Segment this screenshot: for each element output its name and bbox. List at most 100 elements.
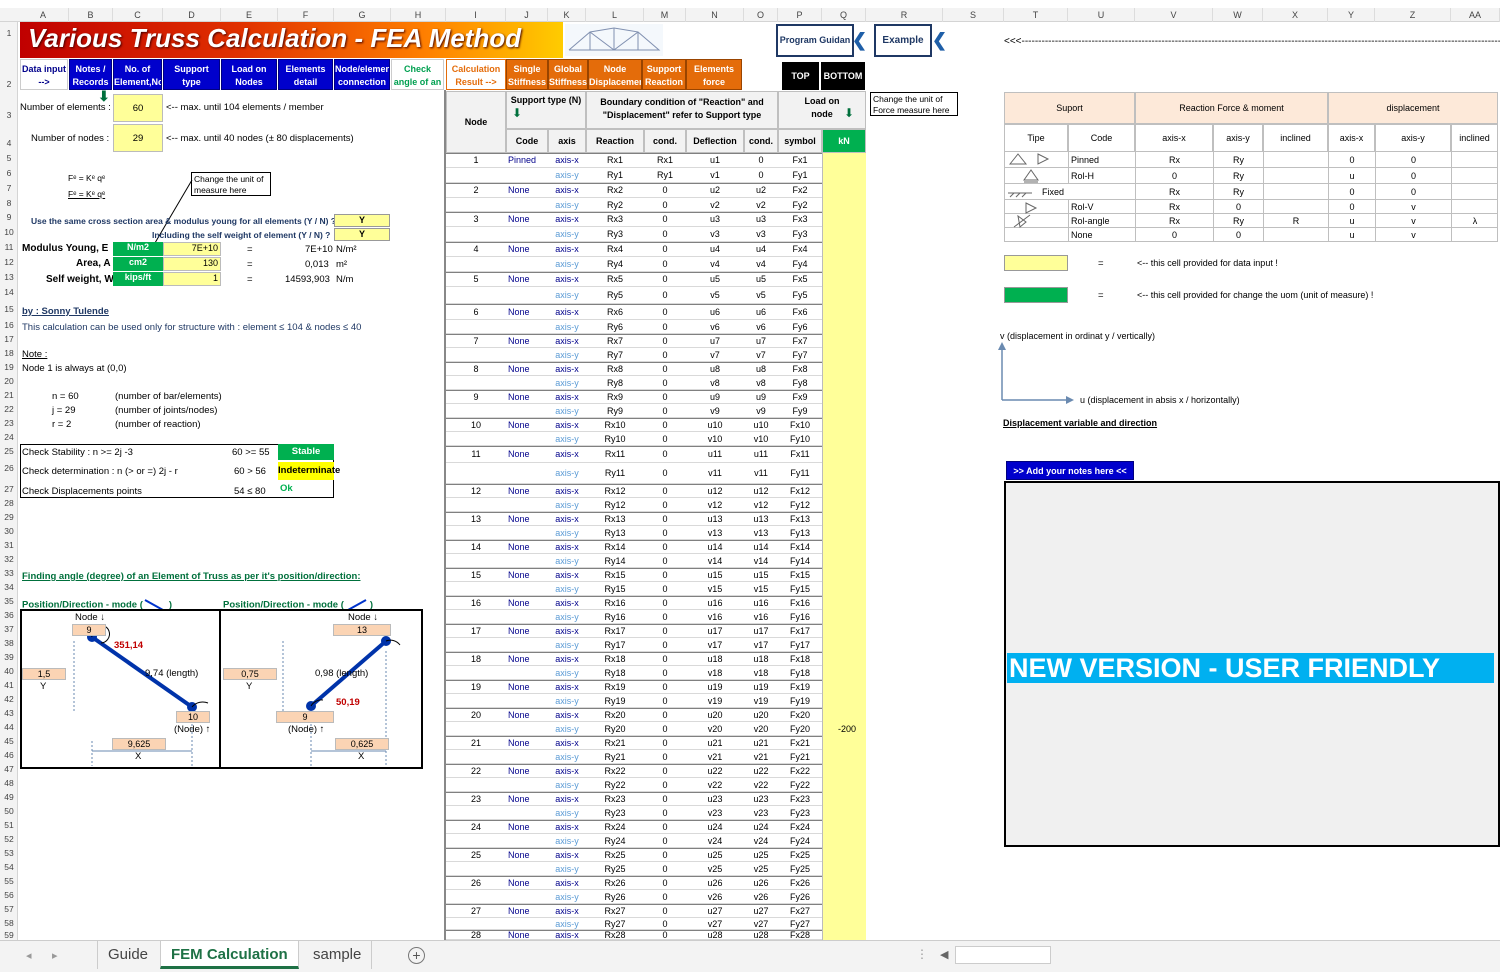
row-header-28[interactable]: 28 (0, 498, 18, 508)
cell-v[interactable] (822, 376, 866, 390)
row-header-12[interactable]: 12 (0, 257, 18, 267)
cell-v[interactable] (822, 862, 866, 876)
row-header-37[interactable]: 37 (0, 624, 18, 634)
cell-code[interactable] (506, 404, 548, 418)
modulus-unit-select[interactable]: N/m2 (113, 242, 163, 256)
cell-v[interactable] (822, 624, 866, 638)
cell-code[interactable] (506, 198, 548, 212)
cell-code[interactable] (506, 722, 548, 736)
cell-code[interactable] (506, 918, 548, 930)
row-header-46[interactable]: 46 (0, 750, 18, 760)
cell-v[interactable] (822, 320, 866, 334)
cell-v[interactable] (822, 596, 866, 610)
row-header-57[interactable]: 57 (0, 904, 18, 914)
cell-code[interactable] (506, 890, 548, 904)
cell-code[interactable]: None (506, 736, 548, 750)
cell-code[interactable] (506, 376, 548, 390)
cell-code[interactable]: None (506, 708, 548, 722)
row-header-6[interactable]: 6 (0, 168, 18, 178)
cell-v[interactable] (822, 848, 866, 862)
cell-v[interactable] (822, 404, 866, 418)
column-header-l[interactable]: L (586, 8, 644, 22)
column-header-q[interactable]: Q (822, 8, 866, 22)
column-header-k[interactable]: K (548, 8, 586, 22)
result-nav-button-0[interactable]: Calculation Result --> (446, 59, 506, 90)
cell-code[interactable] (506, 666, 548, 680)
cell-v[interactable] (822, 736, 866, 750)
cell-code[interactable]: None (506, 512, 548, 526)
area-unit-select[interactable]: cm2 (113, 257, 163, 271)
nav-button-6[interactable]: Node/element connection (334, 59, 390, 90)
column-header-c[interactable]: C (113, 8, 163, 22)
cell-code[interactable] (506, 554, 548, 568)
cell-v[interactable] (822, 334, 866, 348)
cell-code[interactable] (506, 498, 548, 512)
cell-code[interactable]: None (506, 484, 548, 498)
row-header-55[interactable]: 55 (0, 876, 18, 886)
cell-v[interactable] (822, 390, 866, 404)
row-header-23[interactable]: 23 (0, 418, 18, 428)
row-header-19[interactable]: 19 (0, 362, 18, 372)
sw-input[interactable]: 1 (163, 272, 221, 286)
cell-code[interactable] (506, 257, 548, 272)
example-button[interactable]: Example (874, 24, 932, 57)
column-header-v[interactable]: V (1135, 8, 1213, 22)
column-header-s[interactable]: S (943, 8, 1004, 22)
cell-code[interactable] (506, 432, 548, 446)
column-header-n[interactable]: N (686, 8, 744, 22)
cell-code[interactable]: Pinned (506, 153, 548, 168)
cell-v[interactable] (822, 890, 866, 904)
scroll-right-icon[interactable]: ▸ (52, 949, 58, 962)
cell-code[interactable]: None (506, 304, 548, 320)
cell-v[interactable] (822, 153, 866, 168)
row-header-15[interactable]: 15 (0, 304, 18, 314)
row-header-4[interactable]: 4 (0, 138, 18, 148)
row-header-17[interactable]: 17 (0, 334, 18, 344)
nav-button-0[interactable]: Data input --> (20, 59, 68, 90)
nav-button-3[interactable]: Support type (163, 59, 220, 90)
cell-v[interactable] (822, 694, 866, 708)
column-header-h[interactable]: H (391, 8, 446, 22)
sw-unit-select[interactable]: kips/ft (113, 272, 163, 286)
column-header-f[interactable]: F (278, 8, 334, 22)
cell-v[interactable] (822, 304, 866, 320)
cell-v[interactable] (822, 512, 866, 526)
column-header-m[interactable]: M (644, 8, 686, 22)
result-nav-button-4[interactable]: Support Reaction (642, 59, 686, 90)
column-header-w[interactable]: W (1213, 8, 1263, 22)
nav-button-2[interactable]: No. of Element,Node (113, 59, 162, 90)
row-header-22[interactable]: 22 (0, 404, 18, 414)
row-header-25[interactable]: 25 (0, 446, 18, 456)
num-nodes-input[interactable]: 29 (113, 124, 163, 152)
cell-v[interactable] (822, 212, 866, 227)
column-header-z[interactable]: Z (1375, 8, 1451, 22)
cell-v[interactable] (822, 652, 866, 666)
cell-code[interactable] (506, 168, 548, 183)
cell-v[interactable] (822, 582, 866, 596)
scroll-left-icon[interactable]: ◂ (26, 949, 32, 962)
author-link[interactable]: by : Sonny Tulende (22, 306, 109, 317)
cell-v[interactable] (822, 418, 866, 432)
cell-code[interactable]: None (506, 212, 548, 227)
cell-code[interactable] (506, 610, 548, 624)
column-header-i[interactable]: I (446, 8, 506, 22)
cell-v[interactable] (822, 554, 866, 568)
row-header-8[interactable]: 8 (0, 198, 18, 208)
more-icon[interactable]: ⋮ (916, 947, 928, 961)
hscroll-left-icon[interactable]: ◀ (940, 948, 948, 961)
row-header-10[interactable]: 10 (0, 227, 18, 237)
cell-code[interactable] (506, 526, 548, 540)
row-header-53[interactable]: 53 (0, 848, 18, 858)
result-nav-button-5[interactable]: Elements force (686, 59, 742, 90)
nav-button-4[interactable]: Load on Nodes (221, 59, 277, 90)
row-header-36[interactable]: 36 (0, 610, 18, 620)
row-header-18[interactable]: 18 (0, 348, 18, 358)
cell-code[interactable] (506, 750, 548, 764)
row-header-33[interactable]: 33 (0, 568, 18, 578)
row-header-21[interactable]: 21 (0, 390, 18, 400)
cell-code[interactable]: None (506, 680, 548, 694)
cell-v[interactable] (822, 834, 866, 848)
cell-v[interactable] (822, 666, 866, 680)
column-header-u[interactable]: U (1068, 8, 1135, 22)
cell-code[interactable] (506, 582, 548, 596)
